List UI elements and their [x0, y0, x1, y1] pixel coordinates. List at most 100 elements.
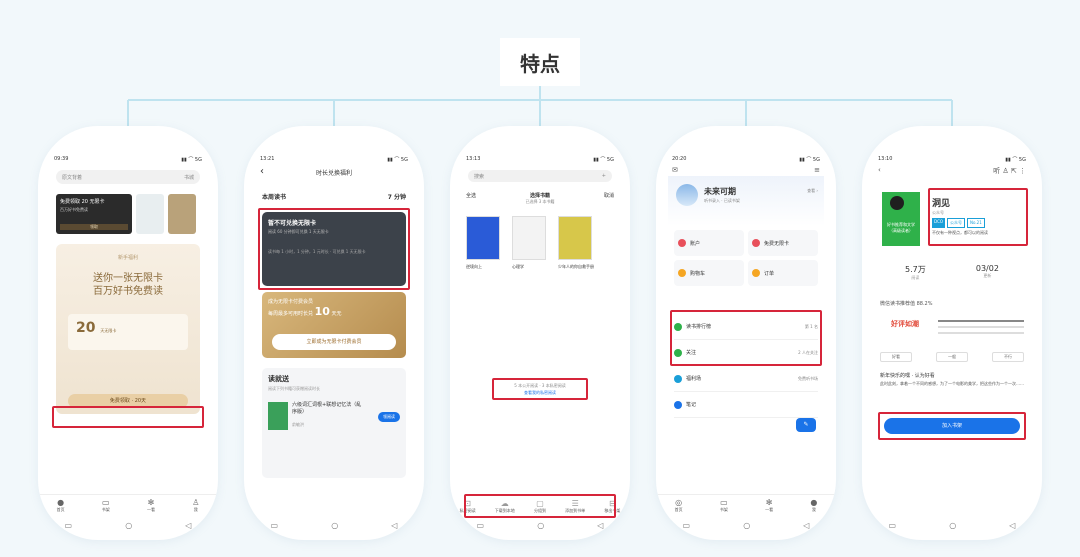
home-circle-icon[interactable]: ○	[949, 521, 956, 530]
tab-me[interactable]: ♙ 我	[192, 498, 199, 513]
status-bar: 13:21 ▮▮ ⌒ 5G	[260, 156, 408, 166]
home-circle-icon[interactable]: ○	[125, 521, 132, 530]
search-input[interactable]: 原文背着 书城	[56, 170, 200, 184]
book-item[interactable]	[512, 216, 546, 260]
member-line-2-value: 10	[314, 305, 330, 318]
back-icon[interactable]: ◁	[597, 521, 603, 530]
cancel-button[interactable]: 取消	[604, 192, 614, 199]
home-icon: ◎	[675, 498, 683, 507]
message-icon[interactable]: ✉	[672, 166, 678, 174]
menu-icon[interactable]: ▭	[477, 521, 485, 530]
comment-text: 此时此刻，拿着一个不同的感想，为了一个电影的美学，把这些作为一个一次……	[880, 381, 1024, 386]
bookshelf-icon: ▭	[720, 498, 728, 507]
status-bar: 20:20 ▮▮ ⌒ 5G	[672, 156, 820, 166]
cover-text: 好书推荐和文学（高级读者）	[887, 222, 915, 233]
home-circle-icon[interactable]: ○	[743, 521, 750, 530]
phone-card-4: 20:20 ▮▮ ⌒ 5G ✉ ≡ 未来可期 听书录入 · 已读书架 查看 › 账户…	[656, 126, 836, 540]
claim-reading-button[interactable]: 领阅读	[378, 412, 400, 422]
search-input[interactable]: 搜索 +	[468, 170, 612, 182]
tab-bookshelf[interactable]: ▭ 书架	[720, 498, 728, 513]
tab-discover[interactable]: ✻ 一看	[147, 498, 155, 513]
weekly-label: 本周读书	[262, 194, 287, 201]
card-unit: 天无限卡	[100, 328, 117, 333]
recommend-rate: 微信读书推荐值 88.2%	[880, 301, 933, 307]
highlight-box	[928, 188, 1028, 246]
me-icon: ♙	[192, 498, 200, 507]
settings-icon[interactable]: ≡	[814, 166, 820, 174]
bottom-tab-bar: ● 首页 ▭ 书架 ✻ 一看 ♙ 我	[38, 494, 218, 516]
status-time: 13:21	[260, 156, 275, 162]
book-item[interactable]	[466, 216, 500, 260]
book-cover[interactable]	[268, 402, 288, 430]
comment-user: 新年快乐的嘿 · 认为好看	[880, 373, 935, 379]
account-grid-item[interactable]: 免费无限卡	[748, 230, 818, 256]
tab-bookshelf[interactable]: ▭ 书架	[102, 498, 110, 513]
item-detail: 免费听书场	[798, 375, 818, 381]
menu-icon[interactable]: ▭	[889, 521, 897, 530]
item-label: 笔记	[686, 402, 697, 408]
stat-value: 5.7万	[905, 265, 926, 274]
back-icon[interactable]: ◁	[803, 521, 809, 530]
search-placeholder: 搜索	[474, 173, 485, 180]
weekly-value: 7 分钟	[387, 194, 406, 201]
book-author: 俞敏洪	[292, 422, 304, 427]
vote-good-button[interactable]: 好看	[880, 352, 912, 362]
select-all-button[interactable]: 全选	[466, 192, 476, 199]
tab-label: 首页	[56, 507, 65, 512]
back-icon[interactable]: ◁	[185, 521, 191, 530]
banner-subtitle: 百万好书免费读	[60, 207, 88, 212]
profile-header[interactable]: 未来可期 听书录入 · 已读书架 查看 ›	[668, 176, 824, 226]
rating-bar	[938, 320, 1024, 322]
floating-action-button[interactable]: ✎	[796, 418, 816, 432]
item-icon	[678, 239, 686, 247]
card-value: 20	[76, 320, 96, 336]
account-grid-item[interactable]: 账户	[674, 230, 744, 256]
back-icon[interactable]: ◁	[1009, 521, 1015, 530]
add-icon[interactable]: +	[602, 173, 606, 179]
home-circle-icon[interactable]: ○	[537, 521, 544, 530]
tab-me[interactable]: ● 我	[810, 498, 817, 513]
modal-headline: 送你一张无限卡 百万好书免费读	[56, 272, 200, 298]
tab-label: 首页	[674, 507, 683, 512]
tab-label: 我	[811, 507, 816, 512]
back-icon[interactable]: ◁	[391, 521, 397, 530]
item-label: 订单	[764, 270, 775, 277]
back-icon[interactable]: ‹	[878, 166, 881, 176]
tab-label: 一看	[765, 507, 774, 512]
item-label: 福利场	[686, 376, 702, 382]
tab-home[interactable]: ◎ 首页	[675, 498, 683, 513]
menu-list-item[interactable]: 福利场 免费听书场	[674, 366, 818, 392]
avatar[interactable]	[676, 184, 698, 206]
item-label: 免费无限卡	[764, 240, 790, 247]
status-icons: ▮▮ ⌒ 5G	[1005, 157, 1026, 163]
book-thumbnail[interactable]	[136, 194, 164, 234]
menu-icon[interactable]: ▭	[271, 521, 279, 530]
member-line-2: 每周最多可用时长兑 10 天无	[268, 305, 400, 318]
book-thumbnail[interactable]	[168, 194, 196, 234]
banner-title: 免费领取 20 无限卡	[60, 199, 105, 205]
menu-list-item[interactable]: 笔记	[674, 392, 818, 418]
bookstore-link[interactable]: 书城	[184, 174, 194, 181]
promo-banner[interactable]: 免费领取 20 无限卡 百万好书免费读 领取	[56, 194, 132, 234]
top-bar: ‹ 听 ♙ ⇱ ⋮	[878, 166, 1026, 176]
comment: 新年快乐的嘿 · 认为好看此时此刻，拿着一个不同的感想，为了一个电影的美学，把这…	[880, 372, 1024, 387]
status-bar: 13:13 ▮▮ ⌒ 5G	[466, 156, 614, 166]
become-member-button[interactable]: 立即成为无限卡付费会员	[272, 334, 396, 350]
vote-bad-button[interactable]: 不行	[992, 352, 1024, 362]
menu-icon[interactable]: ▭	[65, 521, 73, 530]
account-grid-item[interactable]: 购物车	[674, 260, 744, 286]
book-title[interactable]: 六级词汇词根+联想记忆法（乱序版）	[292, 402, 362, 416]
menu-icon[interactable]: ▭	[683, 521, 691, 530]
vote-ok-button[interactable]: 一般	[936, 352, 968, 362]
banner-button[interactable]: 领取	[60, 224, 128, 230]
action-icons[interactable]: 听 ♙ ⇱ ⋮	[993, 166, 1026, 176]
book-item[interactable]	[558, 216, 592, 260]
account-grid-item[interactable]: 订单	[748, 260, 818, 286]
system-nav-bar: ▭ ○ ◁	[656, 516, 836, 534]
home-circle-icon[interactable]: ○	[331, 521, 338, 530]
view-profile-link[interactable]: 查看 ›	[807, 188, 818, 194]
status-icons: ▮▮ ⌒ 5G	[593, 157, 614, 163]
account-cover[interactable]: 好书推荐和文学（高级读者）	[882, 192, 920, 246]
tab-discover[interactable]: ✻ 一看	[765, 498, 773, 513]
tab-home[interactable]: ● 首页	[57, 498, 65, 513]
